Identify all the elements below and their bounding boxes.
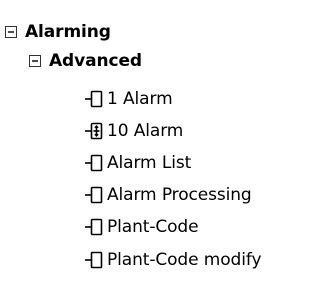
tree-expand-plus-icon[interactable] [85, 121, 105, 141]
tree-node-label: Alarming [25, 22, 111, 42]
tree-leaf-connector-icon [85, 90, 103, 108]
tree-node-advanced[interactable]: Advanced [29, 47, 142, 75]
tree-leaf-connector-icon [85, 186, 103, 204]
tree-item-alarm-list[interactable]: Alarm List [85, 149, 191, 177]
tree-item-10-alarm[interactable]: 10 Alarm [85, 117, 183, 145]
tree-item-label: 1 Alarm [107, 89, 173, 109]
tree-leaf-connector-icon [85, 251, 103, 269]
tree-item-label: 10 Alarm [107, 121, 184, 141]
collapse-box-icon[interactable] [29, 55, 41, 67]
tree-item-label: Alarm Processing [107, 185, 252, 205]
tree-item-label: Plant-Code modify [107, 250, 262, 270]
collapse-box-icon[interactable] [5, 26, 17, 38]
tree-item-alarm-processing[interactable]: Alarm Processing [85, 181, 252, 209]
tree-node-alarming[interactable]: Alarming [5, 18, 111, 46]
tree-item-1-alarm[interactable]: 1 Alarm [85, 85, 173, 113]
tree-leaf-connector-icon [85, 154, 103, 172]
tree-item-plant-code[interactable]: Plant-Code [85, 213, 199, 241]
tree-item-plant-code-modify[interactable]: Plant-Code modify [85, 246, 262, 274]
tree-item-label: Alarm List [107, 153, 192, 173]
tree-view: Alarming Advanced 1 Alarm 10 Alarm Alarm… [0, 0, 321, 290]
tree-node-label: Advanced [49, 51, 142, 71]
tree-item-label: Plant-Code [107, 217, 199, 237]
tree-leaf-connector-icon [85, 218, 103, 236]
